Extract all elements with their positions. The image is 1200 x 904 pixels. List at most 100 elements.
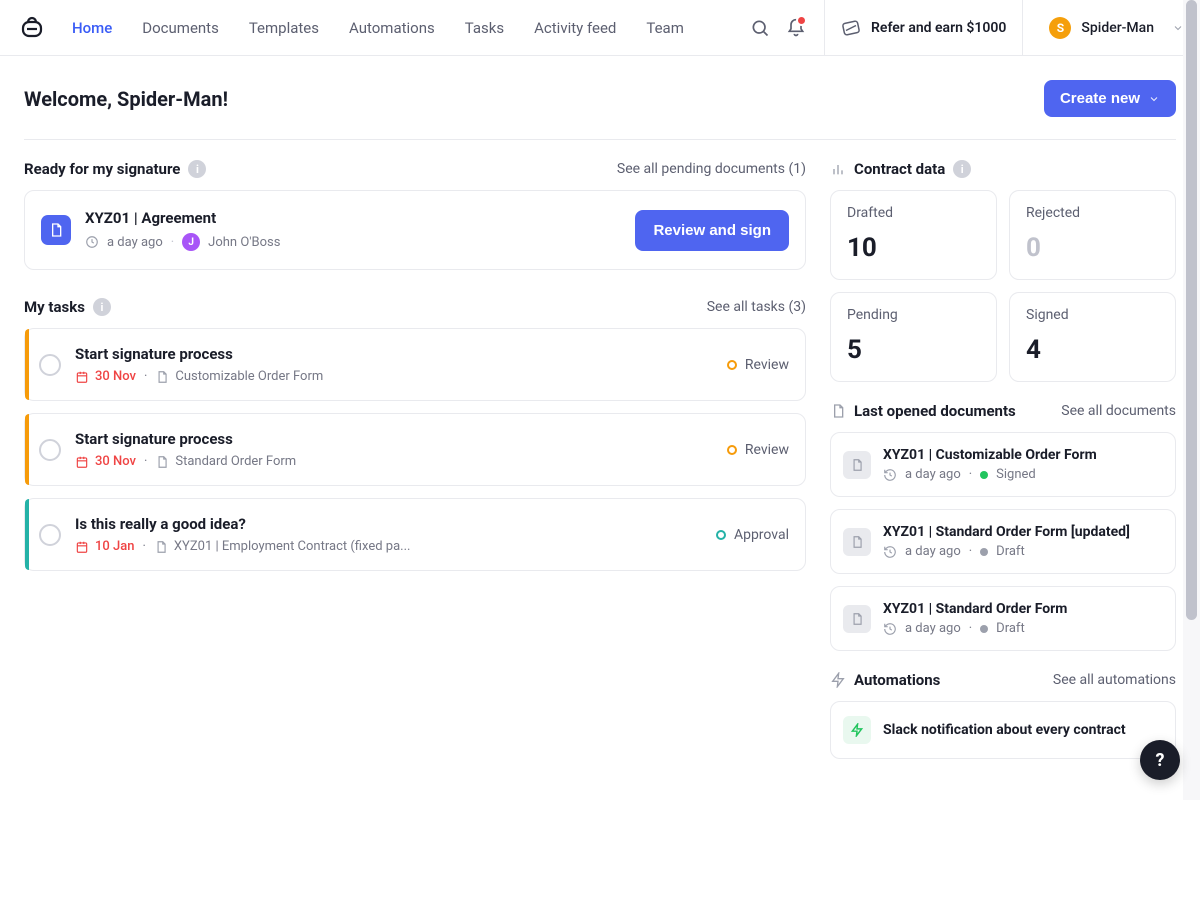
automations-header: Automations See all automations	[830, 671, 1176, 689]
document-title: XYZ01 | Standard Order Form	[883, 601, 1067, 617]
signature-doc-meta: a day ago · J John O'Boss	[85, 233, 280, 251]
help-fab[interactable]: ?	[1140, 740, 1180, 780]
review-and-sign-button[interactable]: Review and sign	[635, 210, 789, 251]
create-new-button[interactable]: Create new	[1044, 80, 1176, 117]
topbar-divider	[824, 0, 825, 56]
task-checkbox[interactable]	[39, 524, 61, 546]
document-card[interactable]: XYZ01 | Standard Order Form [updated] a …	[830, 509, 1176, 574]
nav-documents[interactable]: Documents	[142, 19, 219, 37]
document-card[interactable]: XYZ01 | Customizable Order Form a day ag…	[830, 432, 1176, 497]
topbar: Home Documents Templates Automations Tas…	[0, 0, 1200, 56]
signature-section-header: Ready for my signature i See all pending…	[24, 160, 806, 178]
task-card[interactable]: Start signature process 30 Nov · Customi…	[24, 328, 806, 401]
scrollbar-thumb[interactable]	[1186, 0, 1197, 620]
status-indicator-icon	[716, 530, 726, 540]
see-all-documents-link[interactable]: See all documents	[1061, 403, 1176, 419]
automation-title: Slack notification about every contract	[883, 722, 1126, 738]
task-due-date: 10 Jan	[75, 539, 134, 554]
topbar-right: Refer and earn $1000 S Spider-Man	[742, 0, 1184, 55]
tasks-section-header: My tasks i See all tasks (3)	[24, 298, 806, 316]
page-header: Welcome, Spider-Man! Create new	[24, 80, 1176, 140]
see-all-automations-link[interactable]: See all automations	[1053, 672, 1176, 688]
refer-label: Refer and earn $1000	[871, 20, 1006, 36]
signature-section-title: Ready for my signature	[24, 160, 180, 178]
document-icon	[41, 215, 71, 245]
info-icon[interactable]: i	[93, 298, 111, 316]
status-dot-icon	[980, 471, 988, 479]
status-indicator-icon	[727, 360, 737, 370]
stat-drafted[interactable]: Drafted 10	[830, 190, 997, 280]
bolt-icon	[830, 672, 846, 688]
file-icon	[155, 455, 169, 469]
notifications-badge	[798, 17, 805, 24]
task-document: XYZ01 | Employment Contract (fixed pa...	[154, 539, 411, 554]
signature-doc-title: XYZ01 | Agreement	[85, 209, 280, 227]
logo-icon	[20, 16, 44, 40]
notifications-button[interactable]	[778, 10, 814, 46]
file-icon	[843, 528, 871, 556]
stat-value: 4	[1026, 335, 1159, 365]
task-checkbox[interactable]	[39, 354, 61, 376]
topbar-divider-2	[1022, 0, 1023, 56]
bolt-icon	[843, 716, 871, 744]
signature-card[interactable]: XYZ01 | Agreement a day ago · J John O'B…	[24, 190, 806, 270]
user-avatar: S	[1049, 17, 1071, 39]
stat-value: 0	[1026, 233, 1159, 263]
nav-automations[interactable]: Automations	[349, 19, 435, 37]
app-logo[interactable]	[20, 16, 44, 40]
stat-label: Pending	[847, 307, 980, 323]
task-title: Start signature process	[75, 345, 323, 363]
document-time: a day ago	[905, 544, 961, 559]
user-name: Spider-Man	[1081, 20, 1154, 36]
stat-label: Drafted	[847, 205, 980, 221]
search-button[interactable]	[742, 10, 778, 46]
welcome-title: Welcome, Spider-Man!	[24, 87, 228, 111]
nav-activity[interactable]: Activity feed	[534, 19, 616, 37]
task-card[interactable]: Is this really a good idea? 10 Jan · XYZ…	[24, 498, 806, 571]
nav-home[interactable]: Home	[72, 19, 112, 37]
task-status: Review	[727, 357, 789, 373]
ticket-icon	[841, 18, 861, 38]
refer-button[interactable]: Refer and earn $1000	[835, 18, 1012, 38]
task-checkbox[interactable]	[39, 439, 61, 461]
user-menu[interactable]: S Spider-Man	[1033, 17, 1184, 39]
history-icon	[883, 545, 897, 559]
document-title: XYZ01 | Standard Order Form [updated]	[883, 524, 1130, 540]
see-all-tasks-link[interactable]: See all tasks (3)	[707, 299, 806, 315]
nav-tasks[interactable]: Tasks	[465, 19, 504, 37]
automation-card[interactable]: Slack notification about every contract	[830, 701, 1176, 759]
calendar-icon	[75, 540, 89, 554]
tasks-list: Start signature process 30 Nov · Customi…	[24, 328, 806, 571]
main-column: Ready for my signature i See all pending…	[24, 160, 806, 880]
status-dot-icon	[980, 625, 988, 633]
file-icon	[843, 451, 871, 479]
tasks-section-title: My tasks	[24, 298, 85, 316]
task-due-date: 30 Nov	[75, 369, 136, 384]
last-opened-list: XYZ01 | Customizable Order Form a day ag…	[830, 432, 1176, 651]
document-card[interactable]: XYZ01 | Standard Order Form a day ago · …	[830, 586, 1176, 651]
task-document: Standard Order Form	[155, 454, 296, 469]
info-icon[interactable]: i	[188, 160, 206, 178]
document-title: XYZ01 | Customizable Order Form	[883, 447, 1097, 463]
see-pending-documents-link[interactable]: See all pending documents (1)	[617, 161, 806, 177]
author-avatar: J	[182, 233, 200, 251]
history-icon	[883, 622, 897, 636]
file-icon	[830, 403, 846, 419]
scrollbar-track[interactable]	[1183, 0, 1200, 800]
contract-data-title: Contract data	[854, 160, 945, 178]
document-state: Draft	[996, 621, 1025, 636]
nav-templates[interactable]: Templates	[249, 19, 319, 37]
document-state: Draft	[996, 544, 1025, 559]
info-icon[interactable]: i	[953, 160, 971, 178]
stat-rejected[interactable]: Rejected 0	[1009, 190, 1176, 280]
stat-value: 10	[847, 233, 980, 263]
stat-value: 5	[847, 335, 980, 365]
last-opened-header: Last opened documents See all documents	[830, 402, 1176, 420]
contract-data-header: Contract data i	[830, 160, 1176, 178]
task-card[interactable]: Start signature process 30 Nov · Standar…	[24, 413, 806, 486]
task-due-date: 30 Nov	[75, 454, 136, 469]
stat-signed[interactable]: Signed 4	[1009, 292, 1176, 382]
stat-pending[interactable]: Pending 5	[830, 292, 997, 382]
task-title: Is this really a good idea?	[75, 515, 410, 533]
nav-team[interactable]: Team	[646, 19, 684, 37]
